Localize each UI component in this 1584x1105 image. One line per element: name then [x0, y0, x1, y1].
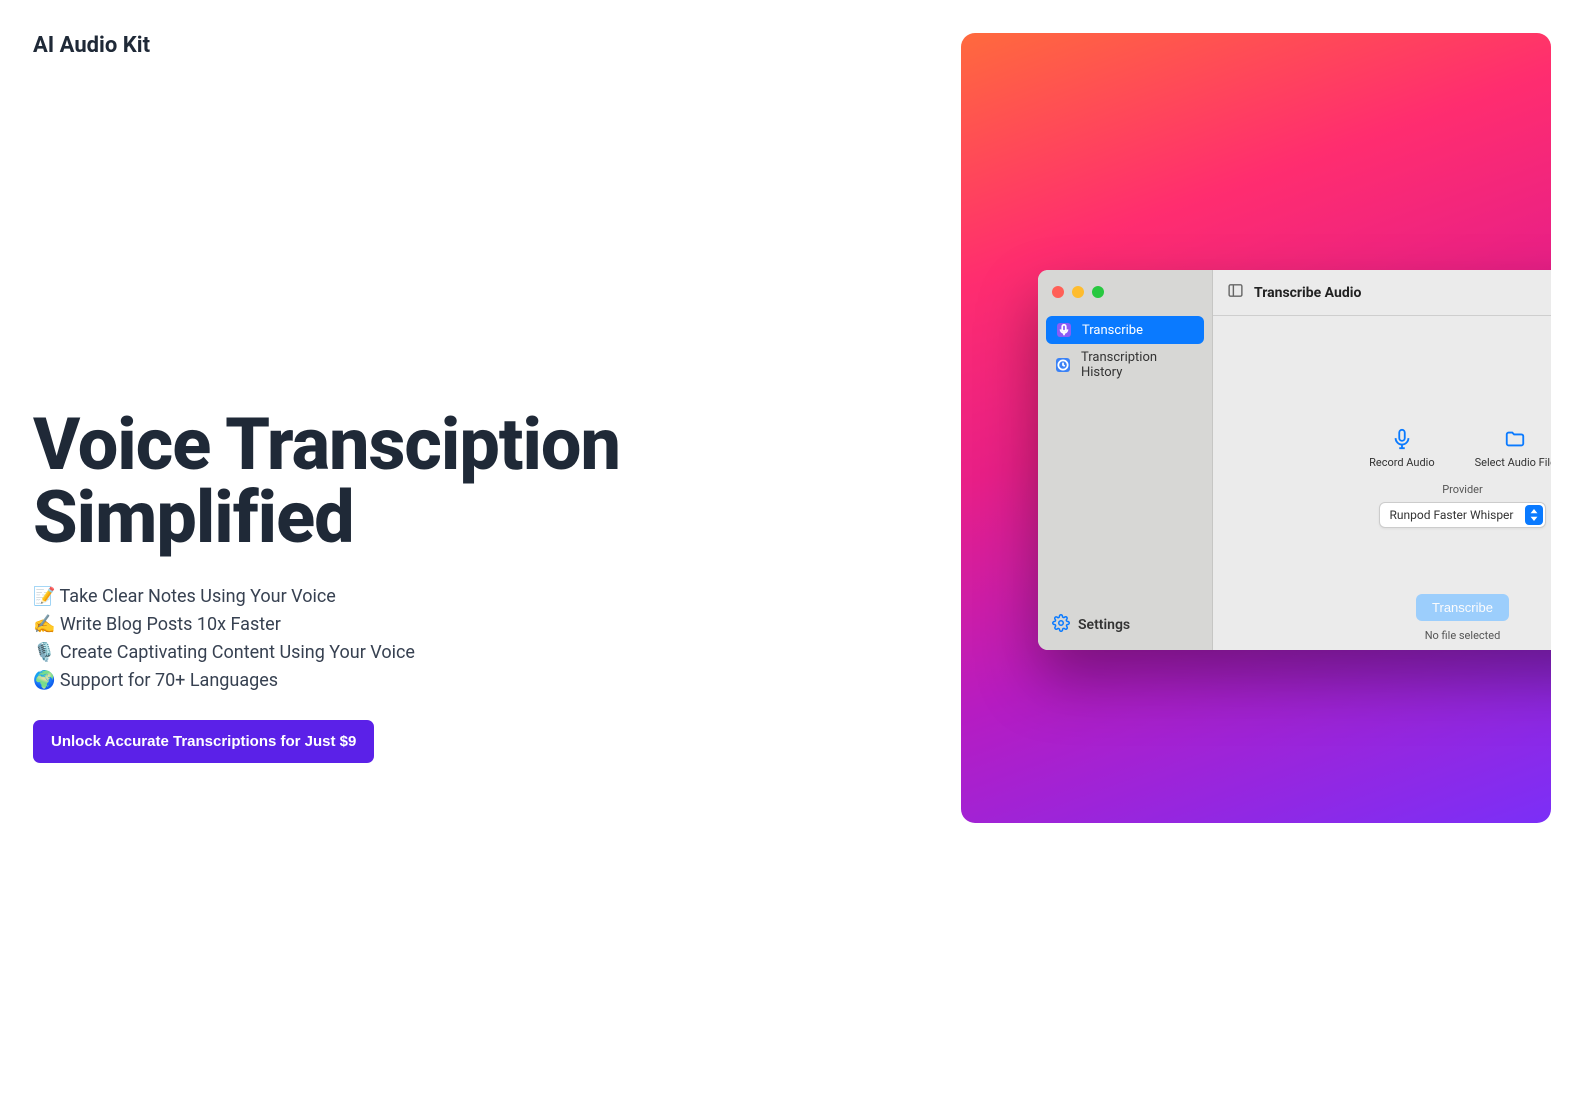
- settings-label: Settings: [1078, 617, 1130, 633]
- hero-heading: Voice Transciption Simplified: [33, 408, 921, 555]
- app-content: Record Audio Select Audio File Provider …: [1213, 316, 1551, 650]
- maximize-icon[interactable]: [1092, 286, 1104, 298]
- sidebar-item-label: Transcribe: [1082, 323, 1143, 338]
- feature-item: 🌍 Support for 70+ Languages: [33, 667, 921, 695]
- provider-label: Provider: [1369, 483, 1551, 496]
- close-icon[interactable]: [1052, 286, 1064, 298]
- record-audio-label: Record Audio: [1369, 456, 1435, 469]
- app-sidebar: Transcribe Transcription History: [1038, 270, 1213, 650]
- minimize-icon[interactable]: [1072, 286, 1084, 298]
- sidebar-item-settings[interactable]: Settings: [1038, 600, 1212, 650]
- toggle-sidebar-icon[interactable]: [1227, 282, 1244, 303]
- select-file-label: Select Audio File: [1475, 456, 1551, 469]
- select-file-button[interactable]: Select Audio File: [1475, 428, 1551, 469]
- sidebar-item-label: Transcription History: [1081, 350, 1194, 380]
- history-icon: [1056, 357, 1071, 373]
- app-main: Transcribe Audio Record Audio: [1213, 270, 1551, 650]
- transcribe-button[interactable]: Transcribe: [1416, 594, 1509, 621]
- feature-list: 📝 Take Clear Notes Using Your Voice ✍️ W…: [33, 583, 921, 695]
- app-titlebar: Transcribe Audio: [1213, 270, 1551, 316]
- provider-select[interactable]: Runpod Faster Whisper: [1379, 502, 1547, 528]
- cta-button[interactable]: Unlock Accurate Transcriptions for Just …: [33, 720, 374, 763]
- gear-icon: [1052, 614, 1070, 636]
- feature-item: 📝 Take Clear Notes Using Your Voice: [33, 583, 921, 611]
- window-controls: [1038, 270, 1212, 312]
- provider-value: Runpod Faster Whisper: [1380, 504, 1524, 526]
- chevron-updown-icon: [1525, 505, 1543, 525]
- status-text: No file selected: [1213, 629, 1551, 642]
- window-title: Transcribe Audio: [1254, 285, 1361, 301]
- feature-item: ✍️ Write Blog Posts 10x Faster: [33, 611, 921, 639]
- sidebar-item-history[interactable]: Transcription History: [1046, 344, 1204, 386]
- app-window: Transcribe Transcription History: [1038, 270, 1551, 650]
- product-screenshot-card: Transcribe Transcription History: [961, 33, 1551, 823]
- mic-icon: [1056, 322, 1072, 338]
- record-audio-button[interactable]: Record Audio: [1369, 428, 1435, 469]
- feature-item: 🎙️ Create Captivating Content Using Your…: [33, 639, 921, 667]
- sidebar-item-transcribe[interactable]: Transcribe: [1046, 316, 1204, 344]
- hero-title-line1: Voice Transciption: [33, 402, 620, 487]
- hero-title-line2: Simplified: [33, 475, 354, 560]
- brand-title: AI Audio Kit: [33, 33, 921, 58]
